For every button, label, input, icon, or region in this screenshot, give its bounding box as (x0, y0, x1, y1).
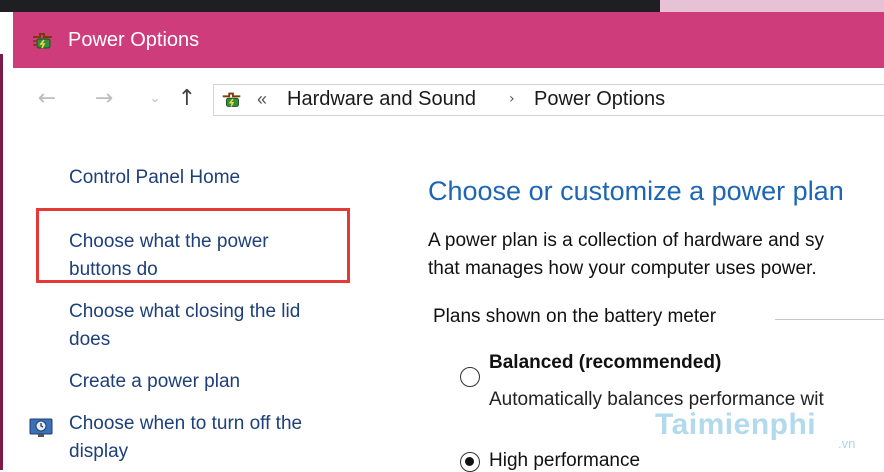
plans-group-label: Plans shown on the battery meter (433, 306, 717, 327)
choose-closing-lid-link[interactable]: Choose what closing the lid does (69, 298, 300, 354)
display-timer-icon (29, 418, 53, 437)
arrow-up-icon[interactable]: ↑ (173, 85, 201, 113)
chevron-down-icon[interactable]: ⌄ (141, 85, 169, 113)
breadcrumb-separator[interactable]: › (509, 91, 515, 107)
power-options-window: Power Options ← → ⌄ ↑ « Hardware and Sou… (13, 12, 884, 472)
link-line: Choose when to turn off the (69, 413, 303, 434)
background-window-edge-light (660, 0, 884, 12)
power-options-icon (222, 92, 241, 107)
left-accent-bar (0, 54, 3, 470)
breadcrumb-power-options[interactable]: Power Options (534, 88, 665, 111)
breadcrumb-overflow[interactable]: « (257, 89, 267, 110)
link-line: Choose what closing the lid (69, 301, 301, 322)
power-options-icon (33, 33, 52, 49)
link-line: does (69, 329, 111, 350)
high-performance-plan-label[interactable]: High performance (489, 450, 640, 472)
description-line: that manages how your computer uses powe… (428, 258, 817, 279)
link-line: buttons do (69, 259, 158, 280)
balanced-plan-radio[interactable] (460, 367, 480, 387)
balanced-plan-label[interactable]: Balanced (recommended) (489, 352, 721, 374)
watermark: Taimienphi (655, 408, 817, 441)
control-panel-home-link[interactable]: Control Panel Home (69, 164, 240, 192)
breadcrumb-hardware-and-sound[interactable]: Hardware and Sound (287, 88, 476, 111)
navigation-bar: ← → ⌄ ↑ « Hardware and Sound › Power Opt… (13, 68, 884, 132)
page-description: A power plan is a collection of hardware… (428, 227, 884, 283)
address-bar[interactable]: « Hardware and Sound › Power Options (213, 84, 884, 116)
left-window-edge (0, 12, 13, 470)
choose-power-buttons-link[interactable]: Choose what the power buttons do (69, 228, 269, 284)
link-line: Choose what the power (69, 231, 269, 252)
title-bar[interactable]: Power Options (13, 12, 884, 68)
high-performance-plan-radio[interactable] (460, 452, 480, 472)
create-power-plan-link[interactable]: Create a power plan (69, 368, 240, 396)
arrow-right-icon[interactable]: → (90, 85, 118, 113)
arrow-left-icon[interactable]: ← (33, 85, 61, 113)
window-title: Power Options (68, 29, 200, 51)
background-window-edge (0, 0, 660, 12)
choose-turn-off-display-link[interactable]: Choose when to turn off the display (69, 410, 302, 466)
page-title: Choose or customize a power plan (428, 176, 844, 206)
description-line: A power plan is a collection of hardware… (428, 230, 825, 251)
link-line: display (69, 441, 129, 462)
watermark-suffix: .vn (838, 436, 856, 451)
top-edge-strip (0, 0, 884, 12)
group-divider (775, 319, 884, 320)
